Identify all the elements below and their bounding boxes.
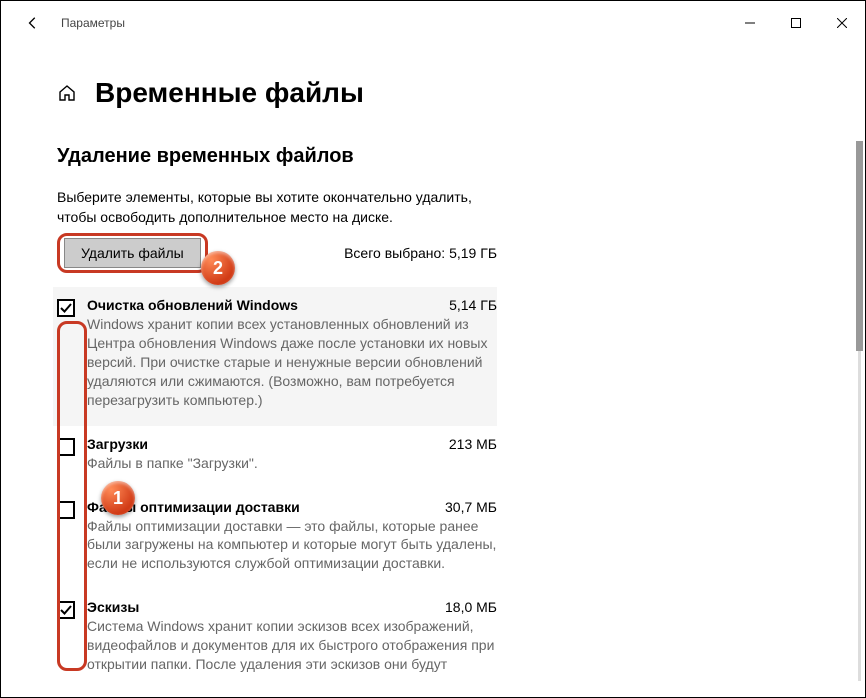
arrow-left-icon — [26, 16, 40, 30]
back-button[interactable] — [17, 7, 49, 39]
checkbox[interactable] — [57, 438, 75, 456]
item-description: Система Windows хранит копии эскизов все… — [87, 617, 497, 674]
list-item[interactable]: Загрузки 213 МБ Файлы в папке "Загрузки"… — [57, 426, 497, 489]
close-button[interactable] — [819, 7, 865, 39]
minimize-icon — [745, 18, 755, 28]
close-icon — [837, 18, 847, 28]
item-description: Файлы оптимизации доставки — это файлы, … — [87, 517, 497, 574]
item-size: 18,0 МБ — [445, 599, 497, 615]
total-selected: Всего выбрано: 5,19 ГБ — [344, 245, 497, 261]
scrollbar-thumb[interactable] — [856, 141, 863, 351]
annotation-highlight-2: Удалить файлы — [57, 233, 208, 273]
annotation-badge-1: 1 — [101, 481, 135, 515]
instruction-text: Выберите элементы, которые вы хотите око… — [57, 188, 497, 227]
item-description: Windows хранит копии всех установленных … — [87, 315, 497, 409]
item-description: Файлы в папке "Загрузки". — [87, 454, 497, 473]
action-bar: Удалить файлы Всего выбрано: 5,19 ГБ — [57, 233, 497, 273]
remove-files-button[interactable]: Удалить файлы — [64, 238, 201, 268]
annotation-badge-2: 2 — [201, 251, 235, 285]
instruction-line-1: Выберите элементы, которые вы хотите око… — [57, 189, 472, 205]
checkmark-icon — [60, 302, 72, 314]
page-header: Временные файлы — [57, 77, 809, 109]
item-size: 5,14 ГБ — [449, 297, 497, 313]
app-title: Параметры — [61, 16, 125, 30]
item-title: Эскизы — [87, 599, 139, 615]
item-title: Загрузки — [87, 436, 148, 452]
checkmark-icon — [60, 604, 72, 616]
maximize-icon — [791, 18, 801, 28]
list-item[interactable]: Эскизы 18,0 МБ Система Windows хранит ко… — [57, 589, 497, 690]
checkbox[interactable] — [57, 601, 75, 619]
checkbox[interactable] — [57, 501, 75, 519]
item-size: 213 МБ — [449, 436, 497, 452]
section-title: Удаление временных файлов — [57, 145, 809, 168]
item-title: Очистка обновлений Windows — [87, 297, 298, 313]
title-bar: Параметры — [1, 1, 865, 45]
total-value: 5,19 ГБ — [449, 245, 497, 261]
item-size: 30,7 МБ — [445, 499, 497, 515]
checkbox[interactable] — [57, 299, 75, 317]
total-label: Всего выбрано: — [344, 245, 449, 261]
instruction-line-2: чтобы освободить дополнительное место на… — [57, 209, 393, 225]
maximize-button[interactable] — [773, 7, 819, 39]
minimize-button[interactable] — [727, 7, 773, 39]
window-controls — [727, 7, 865, 39]
list-item[interactable]: Очистка обновлений Windows 5,14 ГБ Windo… — [53, 287, 497, 425]
page-title: Временные файлы — [95, 77, 364, 109]
home-icon[interactable] — [57, 83, 77, 103]
